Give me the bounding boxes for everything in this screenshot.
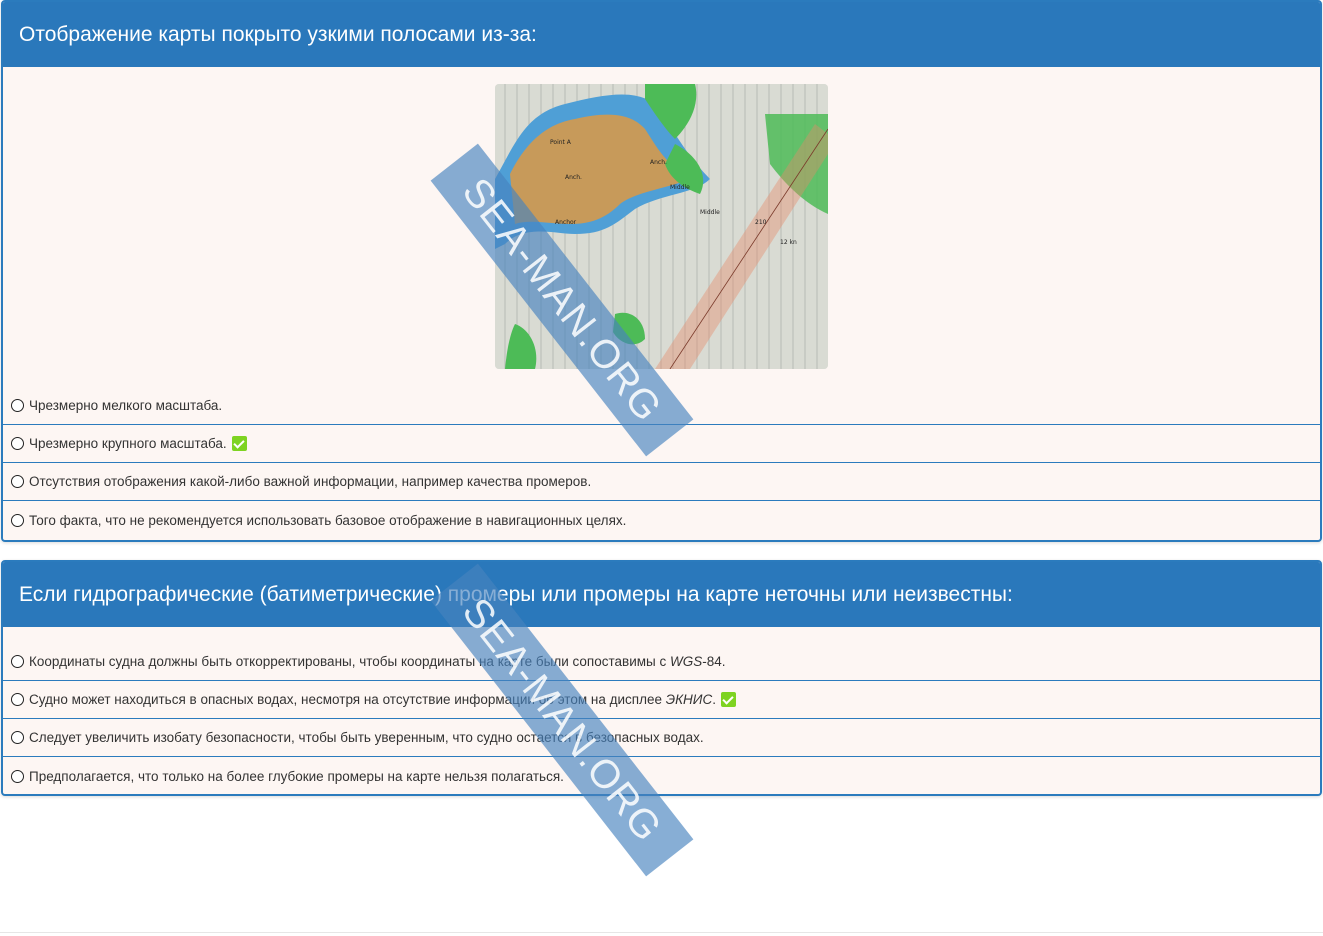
answer-option[interactable]: Чрезмерно крупного масштаба.: [3, 425, 1320, 463]
radio-icon[interactable]: [11, 399, 24, 412]
answer-text: Координаты судна должны быть откорректир…: [29, 654, 726, 669]
answer-text-suffix: .: [712, 692, 716, 707]
question-card-1: Отображение карты покрыто узкими полосам…: [1, 0, 1322, 542]
svg-text:Anchor: Anchor: [555, 219, 577, 226]
answer-text-suffix: -84.: [702, 654, 726, 669]
answer-text: Чрезмерно крупного масштаба.: [29, 436, 227, 451]
svg-text:210: 210: [755, 219, 767, 226]
radio-icon[interactable]: [11, 655, 24, 668]
svg-text:12 kn: 12 kn: [780, 239, 797, 246]
answer-option[interactable]: Следует увеличить изобату безопасности, …: [3, 719, 1320, 757]
svg-text:Anch.: Anch.: [565, 174, 582, 181]
radio-icon[interactable]: [11, 475, 24, 488]
answer-option[interactable]: Судно может находиться в опасных водах, …: [3, 681, 1320, 719]
answer-option[interactable]: Того факта, что не рекомендуется использ…: [3, 501, 1320, 539]
answer-option[interactable]: Отсутствия отображения какой-либо важной…: [3, 463, 1320, 501]
radio-icon[interactable]: [11, 731, 24, 744]
radio-icon[interactable]: [11, 693, 24, 706]
answer-text: Судно может находиться в опасных водах, …: [29, 692, 716, 707]
answer-text-italic: WGS: [669, 654, 703, 669]
check-icon: [231, 436, 247, 451]
question-title-2: Если гидрографические (батиметрические) …: [3, 562, 1320, 627]
answer-text: Следует увеличить изобату безопасности, …: [29, 730, 704, 745]
chart-map-image: Point A Anch. Anchor Anch. Middle Middle…: [495, 84, 828, 369]
answer-option[interactable]: Чрезмерно мелкого масштаба.: [3, 387, 1320, 425]
answer-option[interactable]: Предполагается, что только на более глуб…: [3, 757, 1320, 794]
svg-text:Anch.: Anch.: [650, 159, 667, 166]
radio-icon[interactable]: [11, 769, 24, 783]
question-image-area: Point A Anch. Anchor Anch. Middle Middle…: [3, 67, 1320, 387]
check-icon: [720, 692, 736, 707]
answer-text-prefix: Координаты судна должны быть откорректир…: [29, 654, 670, 669]
answer-text: Чрезмерно мелкого масштаба.: [29, 398, 223, 413]
question-card-2: Если гидрографические (батиметрические) …: [1, 560, 1322, 796]
svg-text:Middle: Middle: [700, 209, 720, 216]
answer-option[interactable]: Координаты судна должны быть откорректир…: [3, 643, 1320, 681]
answer-text: Предполагается, что только на более глуб…: [29, 768, 564, 784]
divider: [0, 932, 1323, 933]
svg-text:Middle: Middle: [670, 184, 690, 191]
answer-text-prefix: Судно может находиться в опасных водах, …: [29, 692, 666, 707]
answer-text: Того факта, что не рекомендуется использ…: [29, 512, 627, 528]
question-title-1: Отображение карты покрыто узкими полосам…: [3, 2, 1320, 67]
answer-text: Отсутствия отображения какой-либо важной…: [29, 474, 592, 489]
answer-text-italic: ЭКНИС: [665, 692, 713, 707]
svg-text:Point A: Point A: [550, 139, 572, 146]
radio-icon[interactable]: [11, 437, 24, 450]
radio-icon[interactable]: [11, 513, 24, 527]
